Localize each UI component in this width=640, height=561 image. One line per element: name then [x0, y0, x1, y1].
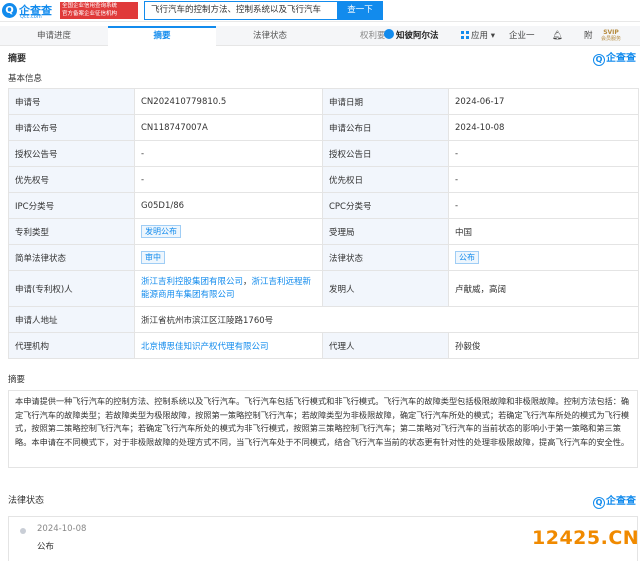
- patent-type-tag[interactable]: 发明公布: [141, 225, 181, 238]
- credit-badge: 全国企业信用查询系统 官方备案企业征信机构: [60, 2, 138, 19]
- qcc-watermark-top: Q 企查查: [593, 49, 636, 66]
- field-label: 授权公告号: [8, 140, 135, 167]
- field-label: IPC分类号: [8, 192, 135, 219]
- field-label: 专利类型: [8, 218, 135, 245]
- qcc-logo-icon: Q: [2, 3, 17, 18]
- field-label: 优先权号: [8, 166, 135, 193]
- svip-badge[interactable]: SVIP 会员服务: [598, 29, 624, 43]
- office-value: 中国: [448, 218, 639, 245]
- field-label: 申请人地址: [8, 306, 135, 333]
- svip-label: SVIP: [603, 29, 619, 36]
- field-label: 简单法律状态: [8, 244, 135, 271]
- basic-info-title: 基本信息: [8, 74, 43, 84]
- table-row: IPC分类号 G05D1/86 CPC分类号 -: [8, 192, 639, 219]
- fu-label[interactable]: 附: [584, 26, 593, 46]
- field-label: 申请号: [8, 88, 135, 115]
- tab-rights[interactable]: 权利要: [360, 26, 386, 46]
- agency-link[interactable]: 北京博思佳知识产权代理有限公司: [141, 342, 269, 352]
- field-label: 代理机构: [8, 332, 135, 359]
- zhibi-label: 知彼阿尔法: [396, 31, 439, 41]
- tabs-bar: 申请进度 摘要 法律状态 权利要 知彼阿尔法 应用 ▾ 企业一 🔔︎ 附 SVI…: [0, 26, 640, 46]
- inventor-value: 卢献威，高阔: [448, 270, 639, 307]
- abstract-text: 本申请提供一种飞行汽车的控制方法、控制系统以及飞行汽车。飞行汽车包括飞行模式和非…: [8, 390, 638, 468]
- timeline-date: 2024-10-08: [37, 524, 87, 534]
- timeline-status: 公布: [37, 542, 55, 552]
- bell-icon[interactable]: 🔔︎: [552, 26, 563, 46]
- table-row: 授权公告号 - 授权公告日 -: [8, 140, 639, 167]
- basic-info-table: 申请号 CN202410779810.5 申请日期 2024-06-17 申请公…: [8, 88, 639, 359]
- field-label: 申请公布号: [8, 114, 135, 141]
- search-input[interactable]: 飞行汽车的控制方法、控制系统以及飞行汽车: [144, 1, 337, 20]
- zhibi-alpha-button[interactable]: 知彼阿尔法: [384, 29, 439, 43]
- table-row: 专利类型 发明公布 受理局 中国: [8, 218, 639, 245]
- app-no-value: CN202410779810.5: [134, 88, 323, 115]
- svip-sub: 会员服务: [600, 36, 621, 42]
- abstract-title: 摘要: [8, 375, 26, 385]
- simple-status-tag[interactable]: 审中: [141, 251, 165, 264]
- legal-status-cell: 公布: [448, 244, 639, 271]
- agent-value: 孙毅俊: [448, 332, 639, 359]
- legal-status-title: 法律状态: [8, 496, 45, 506]
- grid-icon: [461, 31, 469, 39]
- summary-title: 摘要: [8, 54, 27, 64]
- qcc-logo[interactable]: Q 企查查 Qcc.com: [2, 2, 58, 20]
- badge-line-1: 全国企业信用查询系统: [62, 3, 118, 9]
- field-label: 法律状态: [322, 244, 449, 271]
- badge-line-2: 官方备案企业征信机构: [62, 11, 118, 17]
- agency-cell: 北京博思佳知识产权代理有限公司: [134, 332, 323, 359]
- pub-no-value: CN118747007A: [134, 114, 323, 141]
- apps-menu[interactable]: 应用 ▾: [461, 26, 495, 46]
- table-row: 申请(专利权)人 浙江吉利控股集团有限公司，浙江吉利远程新能源商用车集团有限公司…: [8, 270, 639, 307]
- priority-date-value: -: [448, 166, 639, 193]
- field-label: 优先权日: [322, 166, 449, 193]
- pub-date-value: 2024-10-08: [448, 114, 639, 141]
- table-row: 申请公布号 CN118747007A 申请公布日 2024-10-08: [8, 114, 639, 141]
- field-label: 代理人: [322, 332, 449, 359]
- field-label: 受理局: [322, 218, 449, 245]
- enterprise-menu[interactable]: 企业一: [509, 26, 535, 46]
- applicant-separator: ，: [243, 276, 252, 287]
- table-row: 简单法律状态 审中 法律状态 公布: [8, 244, 639, 271]
- logo-subtext: Qcc.com: [20, 14, 42, 20]
- applicant-link-1[interactable]: 浙江吉利控股集团有限公司: [141, 277, 243, 287]
- table-row: 申请号 CN202410779810.5 申请日期 2024-06-17: [8, 88, 639, 115]
- grant-date-value: -: [448, 140, 639, 167]
- ipc-value: G05D1/86: [134, 192, 323, 219]
- simple-status-cell: 审中: [134, 244, 323, 271]
- timeline-dot: [20, 528, 26, 534]
- apps-label: 应用: [471, 31, 489, 41]
- tab-summary[interactable]: 摘要: [108, 26, 216, 46]
- grant-no-value: -: [134, 140, 323, 167]
- tab-progress[interactable]: 申请进度: [0, 26, 108, 46]
- field-label: 申请日期: [322, 88, 449, 115]
- field-label: 申请公布日: [322, 114, 449, 141]
- app-date-value: 2024-06-17: [448, 88, 639, 115]
- applicant-cell: 浙江吉利控股集团有限公司，浙江吉利远程新能源商用车集团有限公司: [134, 270, 323, 307]
- priority-no-value: -: [134, 166, 323, 193]
- field-label: 申请(专利权)人: [8, 270, 135, 307]
- legal-status-tag[interactable]: 公布: [455, 251, 479, 264]
- field-label: 授权公告日: [322, 140, 449, 167]
- search-button[interactable]: 查一下: [337, 1, 383, 20]
- field-label: CPC分类号: [322, 192, 449, 219]
- field-label: 发明人: [322, 270, 449, 307]
- site-watermark: 12425.CN: [532, 527, 640, 549]
- chevron-down-icon: ▾: [490, 31, 495, 41]
- cpc-value: -: [448, 192, 639, 219]
- type-cell: 发明公布: [134, 218, 323, 245]
- zhibi-icon: [384, 29, 394, 39]
- qcc-watermark-bottom: Q 企查查: [593, 492, 636, 509]
- table-row: 优先权号 - 优先权日 -: [8, 166, 639, 193]
- table-row: 申请人地址 浙江省杭州市滨江区江陵路1760号: [8, 306, 639, 333]
- qcc-circle-icon: Q: [593, 497, 605, 509]
- qcc-circle-icon: Q: [593, 54, 605, 66]
- top-bar: Q 企查查 Qcc.com 全国企业信用查询系统 官方备案企业征信机构 飞行汽车…: [0, 0, 640, 22]
- tab-legal-status[interactable]: 法律状态: [216, 26, 324, 46]
- table-row: 代理机构 北京博思佳知识产权代理有限公司 代理人 孙毅俊: [8, 332, 639, 359]
- address-value: 浙江省杭州市滨江区江陵路1760号: [134, 306, 639, 333]
